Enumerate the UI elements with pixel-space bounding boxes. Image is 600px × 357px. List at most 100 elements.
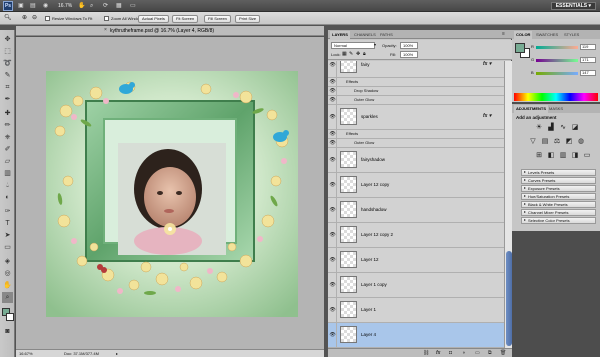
visibility-eye-icon[interactable]: 👁︎: [329, 61, 337, 77]
layer-row[interactable]: 👁︎ Layer 4: [328, 323, 504, 348]
mask-icon[interactable]: ◘: [449, 350, 452, 357]
fill-screen-button[interactable]: Fill Screen: [204, 15, 231, 23]
folder-icon[interactable]: ▭: [475, 350, 480, 357]
eyedropper-tool-icon[interactable]: ✒: [2, 94, 13, 105]
adjustment-icon[interactable]: ◑: [462, 350, 465, 357]
eraser-tool-icon[interactable]: ▱: [2, 156, 13, 167]
fit-screen-button[interactable]: Fit Screen: [172, 15, 199, 23]
marquee-tool-icon[interactable]: ⬚: [2, 46, 13, 57]
shape-tool-icon[interactable]: ▭: [2, 242, 13, 253]
g-slider[interactable]: [536, 59, 578, 62]
type-tool-icon[interactable]: T: [2, 218, 13, 229]
black-white-icon[interactable]: ◩: [564, 137, 574, 147]
tab-masks[interactable]: MASKS: [547, 105, 565, 113]
blend-mode-arrow-icon[interactable]: ▾: [374, 42, 376, 47]
fill-field[interactable]: 100%: [400, 51, 418, 58]
tab-paths[interactable]: PATHS: [378, 31, 395, 39]
color-panel-foreground[interactable]: [515, 43, 525, 53]
curves-presets[interactable]: Curves Presets: [521, 177, 596, 184]
crop-tool-icon[interactable]: ⌗: [2, 82, 13, 93]
levels-icon[interactable]: ▟: [546, 123, 556, 133]
3d-orbit-tool-icon[interactable]: ◎: [2, 268, 13, 279]
print-size-button[interactable]: Print Size: [235, 15, 261, 23]
b-slider[interactable]: [536, 72, 578, 75]
background-color-swatch[interactable]: [6, 313, 14, 321]
invert-icon[interactable]: ◧: [546, 151, 556, 161]
3d-rotate-tool-icon[interactable]: ◈: [2, 256, 13, 267]
layer-row[interactable]: 👁︎ Layer 1 copy: [328, 273, 504, 298]
visibility-eye-icon[interactable]: 👁︎: [329, 298, 337, 322]
status-menu-arrow-icon[interactable]: ▸: [116, 350, 118, 357]
channel-mixer-icon[interactable]: ⊞: [534, 151, 544, 161]
layer-effect-row[interactable]: 👁︎ Outer Glow: [328, 139, 504, 148]
effect-eye-icon[interactable]: 👁︎: [329, 87, 337, 95]
tab-channels[interactable]: CHANNELS: [352, 31, 378, 39]
lasso-tool-icon[interactable]: ➰: [2, 58, 13, 69]
quick-selection-tool-icon[interactable]: ✎: [2, 70, 13, 81]
visibility-eye-icon[interactable]: 👁︎: [329, 323, 337, 347]
layer-fx-icon[interactable]: fx ▾: [483, 61, 491, 67]
layer-row[interactable]: 👁︎ Layer 12: [328, 248, 504, 273]
layer-row[interactable]: 👁︎ fairyshadow: [328, 148, 504, 173]
layer-effect-row[interactable]: 👁︎ Effects: [328, 130, 504, 139]
visibility-eye-icon[interactable]: 👁︎: [329, 223, 337, 247]
visibility-eye-icon[interactable]: 👁︎: [329, 273, 337, 297]
vibrance-icon[interactable]: ▽: [528, 137, 538, 147]
tab-adjustments[interactable]: ADJUSTMENTS: [514, 105, 549, 113]
brush-tool-icon[interactable]: ✏: [2, 120, 13, 131]
new-layer-icon[interactable]: ⧉: [488, 350, 492, 357]
close-document-icon[interactable]: ×: [102, 27, 109, 34]
mini-bridge-icon[interactable]: ▤: [30, 2, 36, 10]
lock-pixels-icon[interactable]: ✎: [349, 51, 353, 58]
zoom-preset-icon[interactable]: 🔍︎: [4, 14, 12, 22]
zoom-all-windows-checkbox[interactable]: [104, 16, 109, 21]
blend-mode-select[interactable]: Normal: [331, 42, 375, 49]
link-icon[interactable]: ⛓: [423, 350, 429, 357]
exposure-icon[interactable]: ◪: [570, 123, 580, 133]
effect-eye-icon[interactable]: 👁︎: [329, 130, 337, 138]
path-selection-tool-icon[interactable]: ➤: [2, 230, 13, 241]
layer-row[interactable]: 👁︎ Layer 1: [328, 298, 504, 323]
layer-name[interactable]: fairyshadow: [361, 157, 385, 163]
document-tab[interactable]: × kythrutheframe.psd @ 16.7% (Layer 4, R…: [16, 26, 324, 36]
layer-row[interactable]: 👁︎ handshadow: [328, 198, 504, 223]
layer-row[interactable]: 👁︎ Layer 12 copy: [328, 173, 504, 198]
screen-mode-icon[interactable]: ▭: [130, 2, 136, 10]
hue-saturation-icon[interactable]: ▤: [540, 137, 550, 147]
zoom-tool-icon[interactable]: ⌕: [90, 2, 93, 10]
exposure-presets[interactable]: Exposure Presets: [521, 185, 596, 192]
layer-name[interactable]: sparkles: [361, 114, 378, 120]
selective-color-presets[interactable]: Selective Color Presets: [521, 217, 596, 224]
brightness-contrast-icon[interactable]: ☀: [534, 123, 544, 133]
curves-icon[interactable]: ∿: [558, 123, 568, 133]
layer-name[interactable]: handshadow: [361, 207, 387, 213]
zoom-level[interactable]: 16.7%: [58, 2, 72, 10]
effect-eye-icon[interactable]: 👁︎: [329, 96, 337, 104]
lock-position-icon[interactable]: ✥: [356, 51, 360, 58]
visibility-eye-icon[interactable]: 👁︎: [329, 148, 337, 172]
photo-filter-icon[interactable]: ◍: [576, 137, 586, 147]
g-value[interactable]: 171: [580, 57, 596, 63]
color-spectrum[interactable]: [514, 93, 598, 101]
tab-styles[interactable]: STYLES: [562, 31, 581, 39]
black-white-presets[interactable]: Black & White Presets: [521, 201, 596, 208]
blur-tool-icon[interactable]: 💧︎: [2, 180, 13, 191]
fx-icon[interactable]: fx: [436, 350, 440, 357]
lock-transparency-icon[interactable]: ▦: [342, 51, 347, 58]
quick-mask-icon[interactable]: ◙: [2, 326, 13, 337]
visibility-eye-icon[interactable]: 👁︎: [329, 248, 337, 272]
layer-row[interactable]: 👁︎ fairy fx ▾: [328, 61, 504, 78]
tab-swatches[interactable]: SWATCHES: [534, 31, 560, 39]
layer-name[interactable]: Layer 12 copy: [361, 182, 389, 188]
layer-name[interactable]: Layer 4: [361, 332, 376, 338]
layer-effect-row[interactable]: 👁︎ Outer Glow: [328, 96, 504, 105]
visibility-eye-icon[interactable]: 👁︎: [329, 105, 337, 129]
levels-presets[interactable]: Levels Presets: [521, 169, 596, 176]
zoom-level-icon[interactable]: ◉: [43, 2, 48, 10]
layer-name[interactable]: fairy: [361, 62, 370, 68]
effect-eye-icon[interactable]: 👁︎: [329, 139, 337, 147]
panel-menu-icon[interactable]: ≡: [502, 31, 505, 37]
clone-stamp-tool-icon[interactable]: ⎈: [2, 132, 13, 143]
dodge-tool-icon[interactable]: ◐: [2, 192, 13, 203]
r-slider[interactable]: [536, 46, 578, 49]
